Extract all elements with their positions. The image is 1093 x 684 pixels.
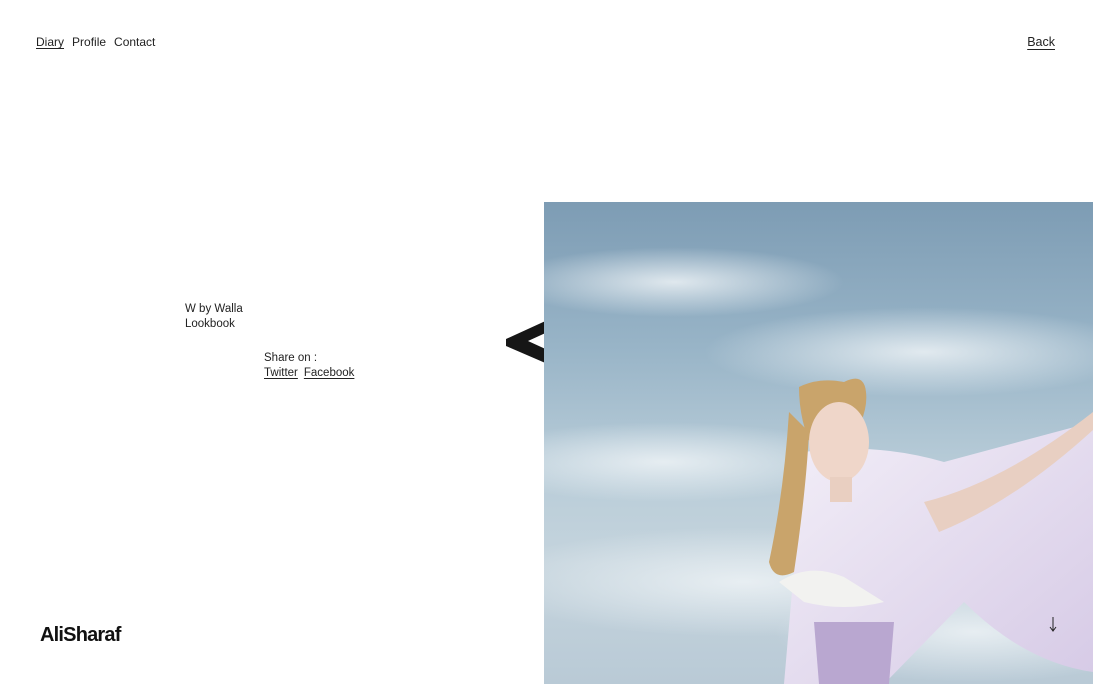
share-twitter-link[interactable]: Twitter <box>264 366 298 381</box>
nav-item-profile[interactable]: Profile <box>72 35 106 49</box>
brand-logo[interactable]: AliSharaf <box>40 624 121 647</box>
face <box>809 402 869 482</box>
main-nav: Diary Profile Contact <box>36 35 155 49</box>
page: Diary Profile Contact Back W by Walla Lo… <box>0 0 1093 684</box>
dress-bodice <box>814 622 894 684</box>
lookbook-photo <box>544 202 1093 684</box>
project-title: W by Walla Lookbook <box>185 302 243 332</box>
cloud <box>544 247 844 317</box>
arrow-down-icon[interactable] <box>1046 616 1060 634</box>
cloud <box>704 307 1093 397</box>
project-title-line1: W by Walla <box>185 303 243 315</box>
project-title-line2: Lookbook <box>185 318 235 330</box>
neck <box>830 477 852 502</box>
back-link[interactable]: Back <box>1027 35 1055 49</box>
nav-item-contact[interactable]: Contact <box>114 35 155 49</box>
nav-item-diary[interactable]: Diary <box>36 35 64 49</box>
share-block: Share on : Twitter Facebook <box>264 351 354 381</box>
share-links: Twitter Facebook <box>264 366 354 381</box>
share-label: Share on : <box>264 352 318 364</box>
photo-illustration <box>544 247 1093 684</box>
share-facebook-link[interactable]: Facebook <box>304 366 355 381</box>
